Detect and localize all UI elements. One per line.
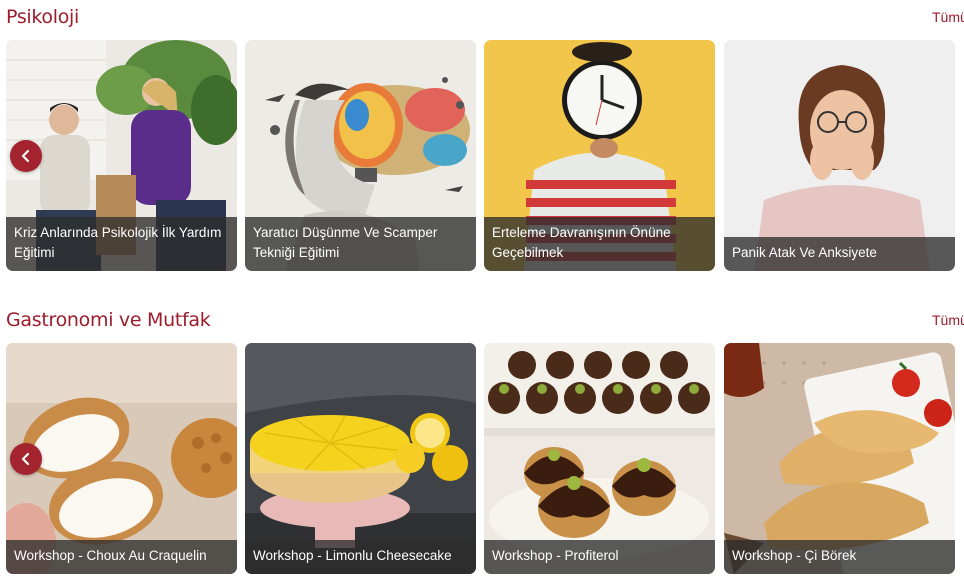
course-card[interactable]: Erteleme Davranışının Önüne Geçebilmek [484, 40, 715, 271]
chevron-left-icon [21, 149, 30, 163]
carousel-prev-button[interactable] [10, 443, 42, 475]
card-caption: Workshop - Limonlu Cheesecake [245, 540, 476, 574]
course-card[interactable]: Workshop - Çi Börek [724, 343, 955, 574]
card-caption: Workshop - Profiterol [484, 540, 715, 574]
see-all-link[interactable]: Tümü [932, 9, 964, 25]
carousel-prev-button[interactable] [10, 140, 42, 172]
see-all-link[interactable]: Tümü [932, 312, 964, 328]
course-card[interactable]: Workshop - Profiterol [484, 343, 715, 574]
course-card[interactable]: Workshop - Limonlu Cheesecake [245, 343, 476, 574]
chevron-left-icon [21, 452, 30, 466]
card-caption: Workshop - Choux Au Craquelin [6, 540, 237, 574]
card-caption: Erteleme Davranışının Önüne Geçebilmek [484, 217, 715, 271]
card-caption: Kriz Anlarında Psikolojik İlk Yardım Eği… [6, 217, 237, 271]
card-caption: Yaratıcı Düşünme Ve Scamper Tekniği Eğit… [245, 217, 476, 271]
card-carousel: Workshop - Choux Au Craquelin Workshop -… [6, 343, 964, 575]
card-carousel: Kriz Anlarında Psikolojik İlk Yardım Eği… [6, 40, 964, 272]
card-caption: Panik Atak Ve Anksiyete [724, 237, 955, 271]
section-title: Psikoloji [6, 6, 80, 28]
section-title: Gastronomi ve Mutfak [6, 309, 211, 331]
course-card[interactable]: Panik Atak Ve Anksiyete [724, 40, 955, 271]
course-card[interactable]: Yaratıcı Düşünme Ve Scamper Tekniği Eğit… [245, 40, 476, 271]
card-caption: Workshop - Çi Börek [724, 540, 955, 574]
